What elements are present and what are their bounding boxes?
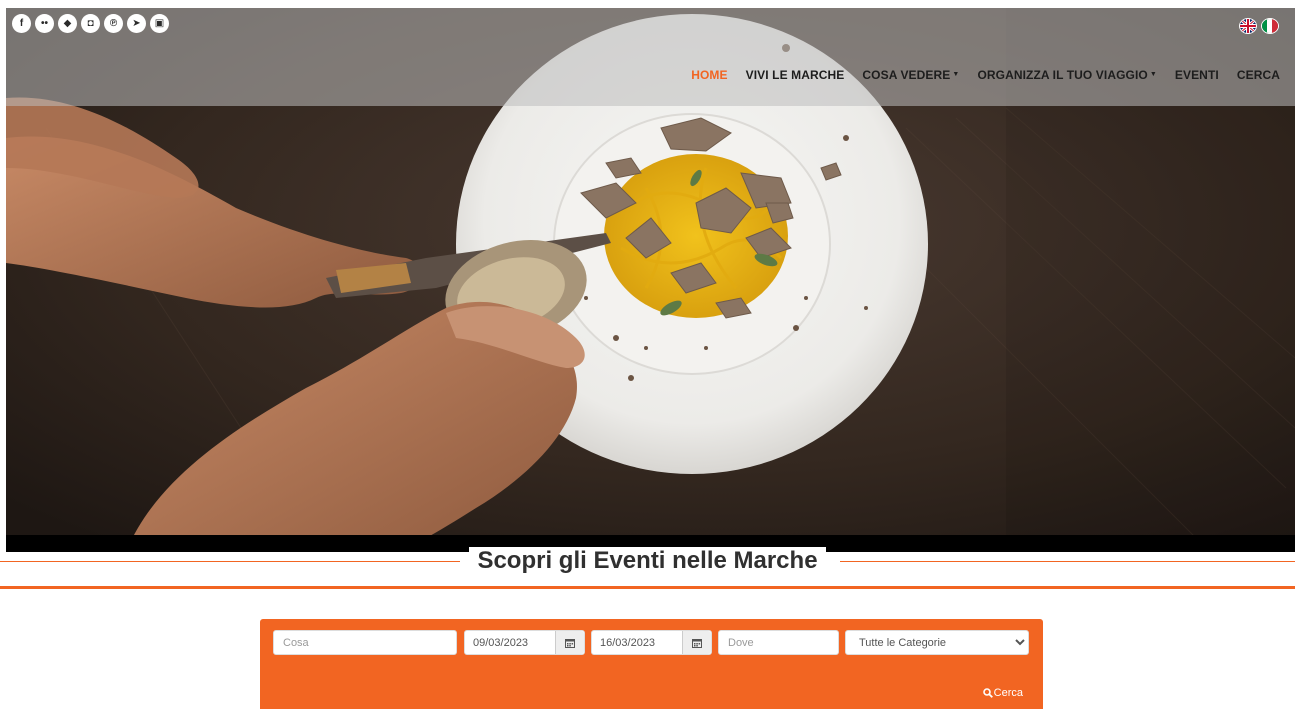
category-field-wrap: Tutte le Categorie	[845, 630, 1029, 655]
caret-down-icon: ▼	[952, 70, 960, 78]
nav-cosa-vedere-label: COSA VEDERE	[862, 68, 951, 82]
nav-organizza-viaggio-label: ORGANIZZA IL TUO VIAGGIO	[977, 68, 1148, 82]
orange-divider	[0, 586, 1295, 589]
nav-cerca-label: CERCA	[1236, 68, 1280, 82]
foursquare-icon[interactable]: ◆	[58, 14, 77, 33]
where-field-wrap	[718, 630, 839, 655]
nav-home[interactable]: HOME	[691, 68, 727, 82]
italian-flag-icon[interactable]	[1261, 18, 1279, 34]
nav-eventi[interactable]: EVENTI	[1175, 68, 1219, 82]
search-icon	[982, 688, 993, 698]
what-field-wrap	[273, 630, 457, 655]
category-select[interactable]: Tutte le Categorie	[846, 631, 1028, 654]
facebook-icon[interactable]: f	[12, 14, 31, 33]
section-title-wrap: Scopri gli Eventi nelle Marche	[0, 546, 1295, 576]
what-input[interactable]	[274, 631, 456, 654]
nav-vivi-le-marche[interactable]: VIVI LE MARCHE	[746, 68, 845, 82]
twitter-icon[interactable]: ➤	[127, 14, 146, 33]
nav-eventi-label: EVENTI	[1174, 68, 1219, 82]
instagram-icon[interactable]: ◘	[81, 14, 100, 33]
date-to-input[interactable]	[592, 631, 682, 654]
section-title: Scopri gli Eventi nelle Marche	[469, 547, 826, 574]
language-switcher	[1239, 18, 1279, 34]
youtube-icon[interactable]: ▣	[150, 14, 169, 33]
where-input[interactable]	[719, 631, 838, 654]
date-from-field	[464, 630, 585, 655]
date-to-field	[591, 630, 712, 655]
section-header: Scopri gli Eventi nelle Marche	[0, 546, 1295, 576]
nav-vivi-le-marche-label: VIVI LE MARCHE	[745, 68, 845, 82]
event-search-form: Tutte le Categorie Cerca	[260, 619, 1043, 709]
search-button[interactable]: Cerca	[982, 687, 1023, 699]
search-button-label: Cerca	[993, 687, 1023, 699]
nav-cerca[interactable]: CERCA	[1237, 68, 1280, 82]
caret-down-icon: ▼	[1149, 70, 1157, 78]
nav-home-label: HOME	[691, 68, 728, 82]
main-nav: HOME VIVI LE MARCHE COSA VEDERE ▼ ORGANI…	[691, 68, 1280, 82]
header-bar	[6, 8, 1295, 106]
nav-organizza-viaggio[interactable]: ORGANIZZA IL TUO VIAGGIO ▼	[977, 68, 1156, 82]
calendar-icon[interactable]	[555, 631, 584, 654]
pinterest-icon[interactable]: ℗	[104, 14, 123, 33]
flickr-icon[interactable]: ••	[35, 14, 54, 33]
english-flag-icon[interactable]	[1239, 18, 1257, 34]
calendar-icon[interactable]	[682, 631, 711, 654]
hero-video: f •• ◆ ◘ ℗ ➤ ▣ HOME VIVI LE MARCHE COSA …	[6, 8, 1295, 552]
date-from-input[interactable]	[465, 631, 555, 654]
social-links: f •• ◆ ◘ ℗ ➤ ▣	[12, 14, 169, 33]
nav-cosa-vedere[interactable]: COSA VEDERE ▼	[862, 68, 959, 82]
